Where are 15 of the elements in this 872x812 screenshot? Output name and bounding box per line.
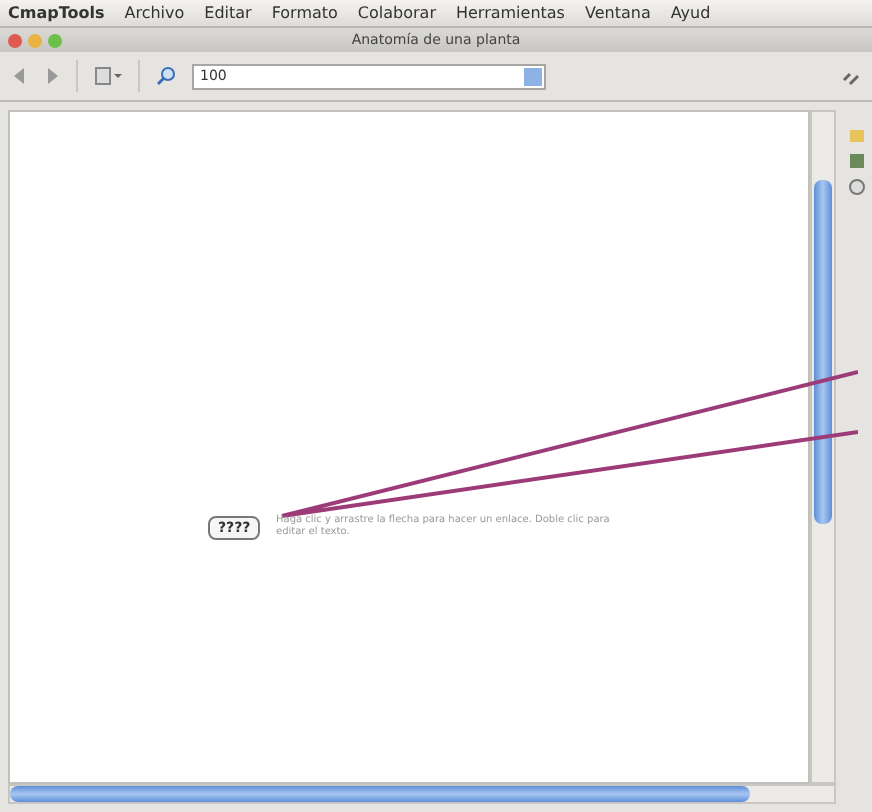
menu-item[interactable]: CmapTools bbox=[8, 4, 105, 22]
menu-item[interactable]: Formato bbox=[271, 4, 338, 22]
menu-item[interactable]: Colaborar bbox=[357, 4, 436, 22]
forward-arrow-icon[interactable] bbox=[44, 68, 60, 84]
magnifier-icon[interactable] bbox=[156, 66, 176, 86]
menu-item[interactable]: Herramientas bbox=[455, 4, 565, 22]
menu-item[interactable]: Archivo bbox=[124, 4, 185, 22]
vertical-scrollbar[interactable] bbox=[810, 110, 836, 784]
back-arrow-icon[interactable] bbox=[12, 68, 28, 84]
document-icon[interactable] bbox=[94, 66, 122, 86]
menu-item[interactable]: Ayud bbox=[670, 4, 711, 22]
menu-item[interactable]: Editar bbox=[204, 4, 252, 22]
menu-item[interactable]: Ventana bbox=[584, 4, 651, 22]
link-icon[interactable] bbox=[842, 67, 860, 85]
horizontal-scrollbar[interactable] bbox=[8, 784, 836, 804]
